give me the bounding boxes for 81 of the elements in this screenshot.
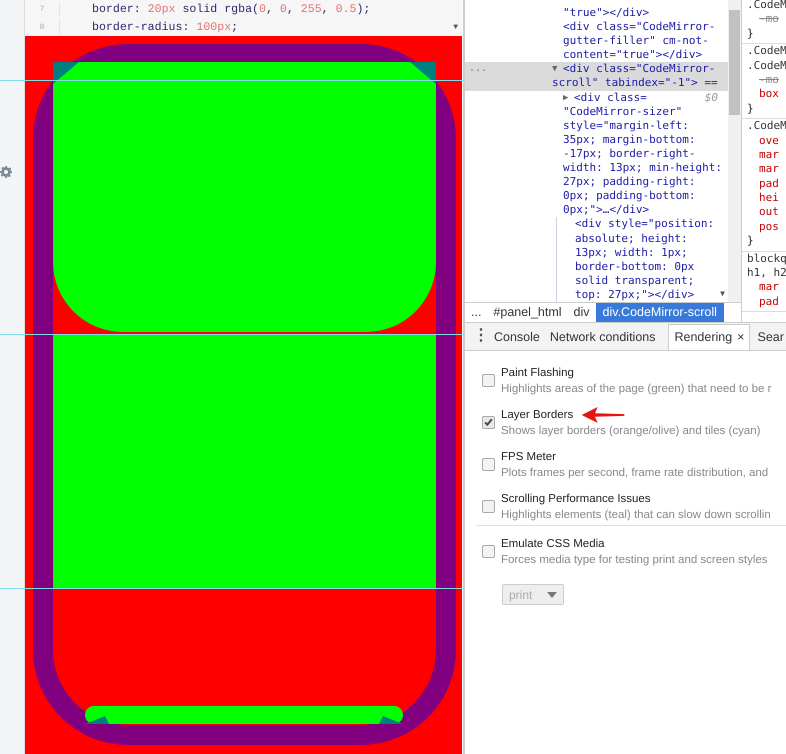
checkbox[interactable]: [482, 416, 495, 429]
checkbox[interactable]: [482, 500, 495, 513]
css-property: mar: [758, 148, 780, 162]
css-property: -mo: [758, 12, 780, 27]
markup-text: <div class=: [574, 90, 647, 105]
option-label: Layer Borders: [501, 408, 574, 423]
option-label: FPS Meter: [501, 450, 557, 465]
breadcrumb[interactable]: ...: [465, 303, 488, 322]
node-reference: $0: [704, 90, 718, 105]
option-label: Paint Flashing: [501, 366, 575, 381]
markup-text: "true"></div>: [563, 6, 650, 20]
expand-toggle[interactable]: ▼: [552, 62, 563, 76]
css-selector: .CodeM: [747, 0, 786, 12]
line-number: 8: [25, 20, 60, 34]
tab[interactable]: Network conditions: [544, 325, 660, 350]
markup-text: content="true"></div>: [563, 48, 702, 62]
markup-text: 27px; padding-right:: [563, 175, 696, 190]
markup-text: <div style="position:: [575, 217, 714, 232]
markup-text: -17px; border-right-: [563, 146, 696, 162]
markup-text: gutter-filler" cm-not-: [563, 34, 709, 48]
css-property: out: [758, 205, 780, 220]
breadcrumb[interactable]: div.CodeMirror-scroll: [596, 303, 724, 322]
css-selector: .CodeM: [747, 58, 786, 73]
scrollbar[interactable]: [728, 0, 741, 302]
option-description: Shows layer borders (orange/olive) and tiles (cyan): [501, 424, 761, 439]
scrollbar-thumb[interactable]: [729, 10, 740, 115]
option-description: Highlights areas of the page (green) that need to be r: [501, 382, 772, 397]
checkbox[interactable]: [482, 458, 495, 471]
line-number: 7: [25, 2, 60, 16]
css-property: pad: [758, 176, 780, 192]
css-brace: }: [747, 102, 755, 116]
css-brace: }: [747, 234, 755, 249]
option-label: Emulate CSS Media: [501, 537, 606, 552]
option-description: Forces media type for testing print and screen styles: [501, 553, 768, 568]
breadcrumb[interactable]: #panel_html: [487, 303, 568, 322]
css-selector: blockq: [747, 252, 786, 266]
option-description: Plots frames per second, frame rate distribution, and: [501, 466, 768, 481]
markup-text: 0px; padding-bottom:: [563, 189, 696, 204]
markup-text: width: 13px; min-height:: [563, 161, 722, 176]
tab[interactable]: Console: [489, 325, 545, 350]
markup-text: solid transparent;: [575, 274, 694, 288]
checkbox[interactable]: [482, 374, 495, 387]
caret-icon: [547, 592, 557, 598]
settings-icon[interactable]: [0, 166, 12, 178]
markup-text: scroll" tabindex="-1"> ==: [552, 76, 718, 91]
markup-text: <div class="CodeMirror-: [563, 62, 716, 76]
css-property: -mo: [758, 72, 780, 88]
markup-text: "CodeMirror-sizer": [563, 104, 682, 119]
css-property: mar: [758, 162, 780, 177]
css-property: pad: [758, 294, 780, 310]
markup-text: 35px; margin-bottom:: [563, 132, 696, 147]
breadcrumb[interactable]: div: [568, 303, 596, 322]
css-selector: h1, h2: [747, 266, 786, 280]
markup-text: top: 27px;"></div>: [575, 288, 694, 302]
close-icon[interactable]: ×: [737, 330, 744, 344]
markup-text: absolute; height:: [575, 232, 688, 246]
css-selector: .CodeM: [747, 44, 786, 59]
code-line: border: 20px solid rgba(0, 0, 255, 0.5);: [92, 2, 370, 16]
markup-text: border-bottom: 0px: [575, 260, 694, 274]
css-selector: .CodeM: [747, 119, 786, 134]
css-property: pos: [758, 220, 780, 234]
option-label: Scrolling Performance Issues: [501, 492, 652, 507]
option-description: Highlights elements (teal) that can slow down scrollin: [501, 508, 771, 523]
scroll-down-arrow[interactable]: ▼: [720, 289, 725, 298]
css-property: mar: [758, 280, 780, 295]
css-property: box: [758, 87, 780, 102]
css-property: ove: [758, 134, 780, 148]
menu-icon[interactable]: ⋮: [473, 324, 489, 350]
tab[interactable]: Rendering ×: [668, 324, 750, 350]
markup-text: 0px;">…</div>: [563, 203, 650, 218]
tab[interactable]: Sear: [752, 325, 786, 350]
scroll-down-arrow[interactable]: ▼: [453, 23, 458, 32]
css-property: hei: [758, 191, 780, 206]
markup-text: <div class="CodeMirror-: [563, 20, 716, 34]
checkbox[interactable]: [482, 545, 495, 558]
expand-toggle[interactable]: ▶: [563, 90, 574, 105]
code-line: border-radius: 100px;: [92, 20, 238, 34]
markup-text: style="margin-left:: [563, 118, 689, 133]
annotation-arrow: [581, 407, 626, 423]
markup-text: 13px; width: 1px;: [575, 246, 688, 260]
css-brace: }: [747, 26, 755, 42]
